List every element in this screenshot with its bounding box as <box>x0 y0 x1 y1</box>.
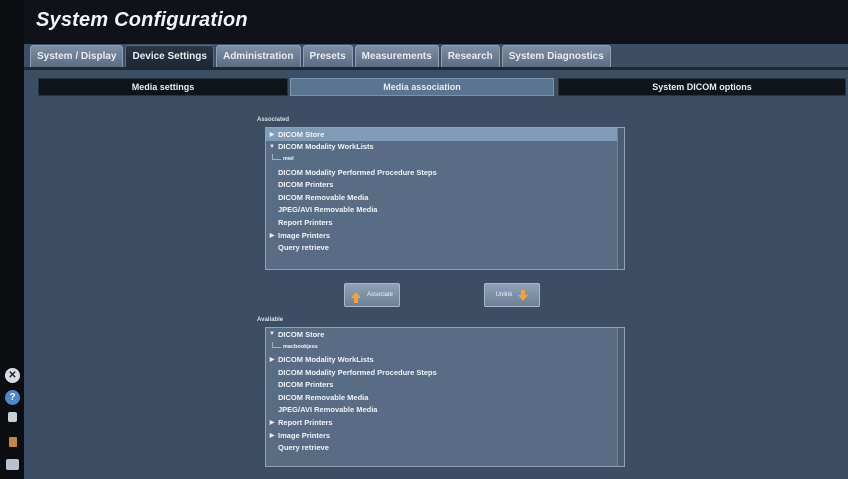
tree-item[interactable]: ▶ DICOM Store <box>266 128 624 141</box>
subtab-media-settings[interactable]: Media settings <box>38 78 288 96</box>
tab-device-settings[interactable]: Device Settings <box>125 45 214 67</box>
associated-scrollbar[interactable] <box>617 128 624 269</box>
expand-down-icon[interactable]: ▼ <box>266 144 278 150</box>
associated-label: Associated <box>257 117 290 123</box>
associate-button[interactable]: Associate <box>344 283 400 307</box>
tree-item[interactable]: DICOM Modality Performed Procedure Steps <box>266 366 624 379</box>
page-title: System Configuration <box>36 9 248 31</box>
tree-child-item[interactable]: mwl <box>266 153 624 166</box>
tab-divider <box>24 67 848 70</box>
tab-system-display[interactable]: System / Display <box>30 45 124 67</box>
config-panel: System Configuration System / Display De… <box>24 0 848 479</box>
tree-item[interactable]: ▶ DICOM Modality WorkLists <box>266 353 624 366</box>
tree-item[interactable]: Report Printers <box>266 216 624 229</box>
expand-right-icon[interactable]: ▶ <box>266 432 278 439</box>
tree-child-item[interactable]: macbookjess <box>266 341 624 354</box>
tree-branch-icon <box>272 341 281 348</box>
tree-item[interactable]: DICOM Printers <box>266 378 624 391</box>
main-tabs: System / Display Device Settings Adminis… <box>30 45 611 67</box>
left-system-bar: ✕ ? <box>0 0 24 479</box>
arrow-down-icon <box>518 289 529 301</box>
expand-right-icon[interactable]: ▶ <box>266 131 278 138</box>
expand-right-icon[interactable]: ▶ <box>266 232 278 239</box>
tab-measurements[interactable]: Measurements <box>354 45 439 67</box>
unlink-button[interactable]: Unlink <box>484 283 540 307</box>
arrow-up-icon <box>350 292 361 303</box>
tree-item[interactable]: ▶ Image Printers <box>266 429 624 442</box>
print-icon[interactable] <box>8 412 17 422</box>
associated-tree[interactable]: ▶ DICOM Store ▼ DICOM Modality WorkLists m… <box>265 127 625 270</box>
available-tree[interactable]: ▼ DICOM Store macbookjess ▶ DICOM Modality… <box>265 327 625 467</box>
tree-item[interactable]: DICOM Removable Media <box>266 391 624 404</box>
tree-item[interactable]: JPEG/AVI Removable Media <box>266 204 624 217</box>
tree-item[interactable]: DICOM Removable Media <box>266 191 624 204</box>
tree-item[interactable]: ▶ Image Printers <box>266 229 624 242</box>
tree-item[interactable]: ▼ DICOM Store <box>266 328 624 341</box>
tree-item[interactable]: ▼ DICOM Modality WorkLists <box>266 141 624 154</box>
sub-tabs: Media settings Media association System … <box>38 78 846 96</box>
tree-item[interactable]: DICOM Printers <box>266 178 624 191</box>
tree-item[interactable]: JPEG/AVI Removable Media <box>266 404 624 417</box>
available-scrollbar[interactable] <box>617 328 624 466</box>
volume-icon[interactable] <box>9 437 17 447</box>
help-icon[interactable]: ? <box>5 390 20 405</box>
tree-branch-icon <box>272 154 281 161</box>
expand-right-icon[interactable]: ▶ <box>266 419 278 426</box>
tab-presets[interactable]: Presets <box>302 45 353 67</box>
expand-right-icon[interactable]: ▶ <box>266 356 278 363</box>
tree-item[interactable]: DICOM Modality Performed Procedure Steps <box>266 166 624 179</box>
subtab-media-association[interactable]: Media association <box>290 78 554 96</box>
tree-item[interactable]: Query retrieve <box>266 241 624 254</box>
tab-system-diagnostics[interactable]: System Diagnostics <box>501 45 611 67</box>
expand-down-icon[interactable]: ▼ <box>266 331 278 337</box>
tree-item[interactable]: ▶ Report Printers <box>266 416 624 429</box>
close-icon[interactable]: ✕ <box>5 368 20 383</box>
subtab-system-dicom-options[interactable]: System DICOM options <box>558 78 846 96</box>
tree-item[interactable]: Query retrieve <box>266 441 624 454</box>
tab-research[interactable]: Research <box>440 45 500 67</box>
available-label: Available <box>257 317 284 323</box>
image-icon[interactable] <box>6 459 19 470</box>
tab-administration[interactable]: Administration <box>215 45 301 67</box>
title-bar: System Configuration <box>24 0 848 44</box>
